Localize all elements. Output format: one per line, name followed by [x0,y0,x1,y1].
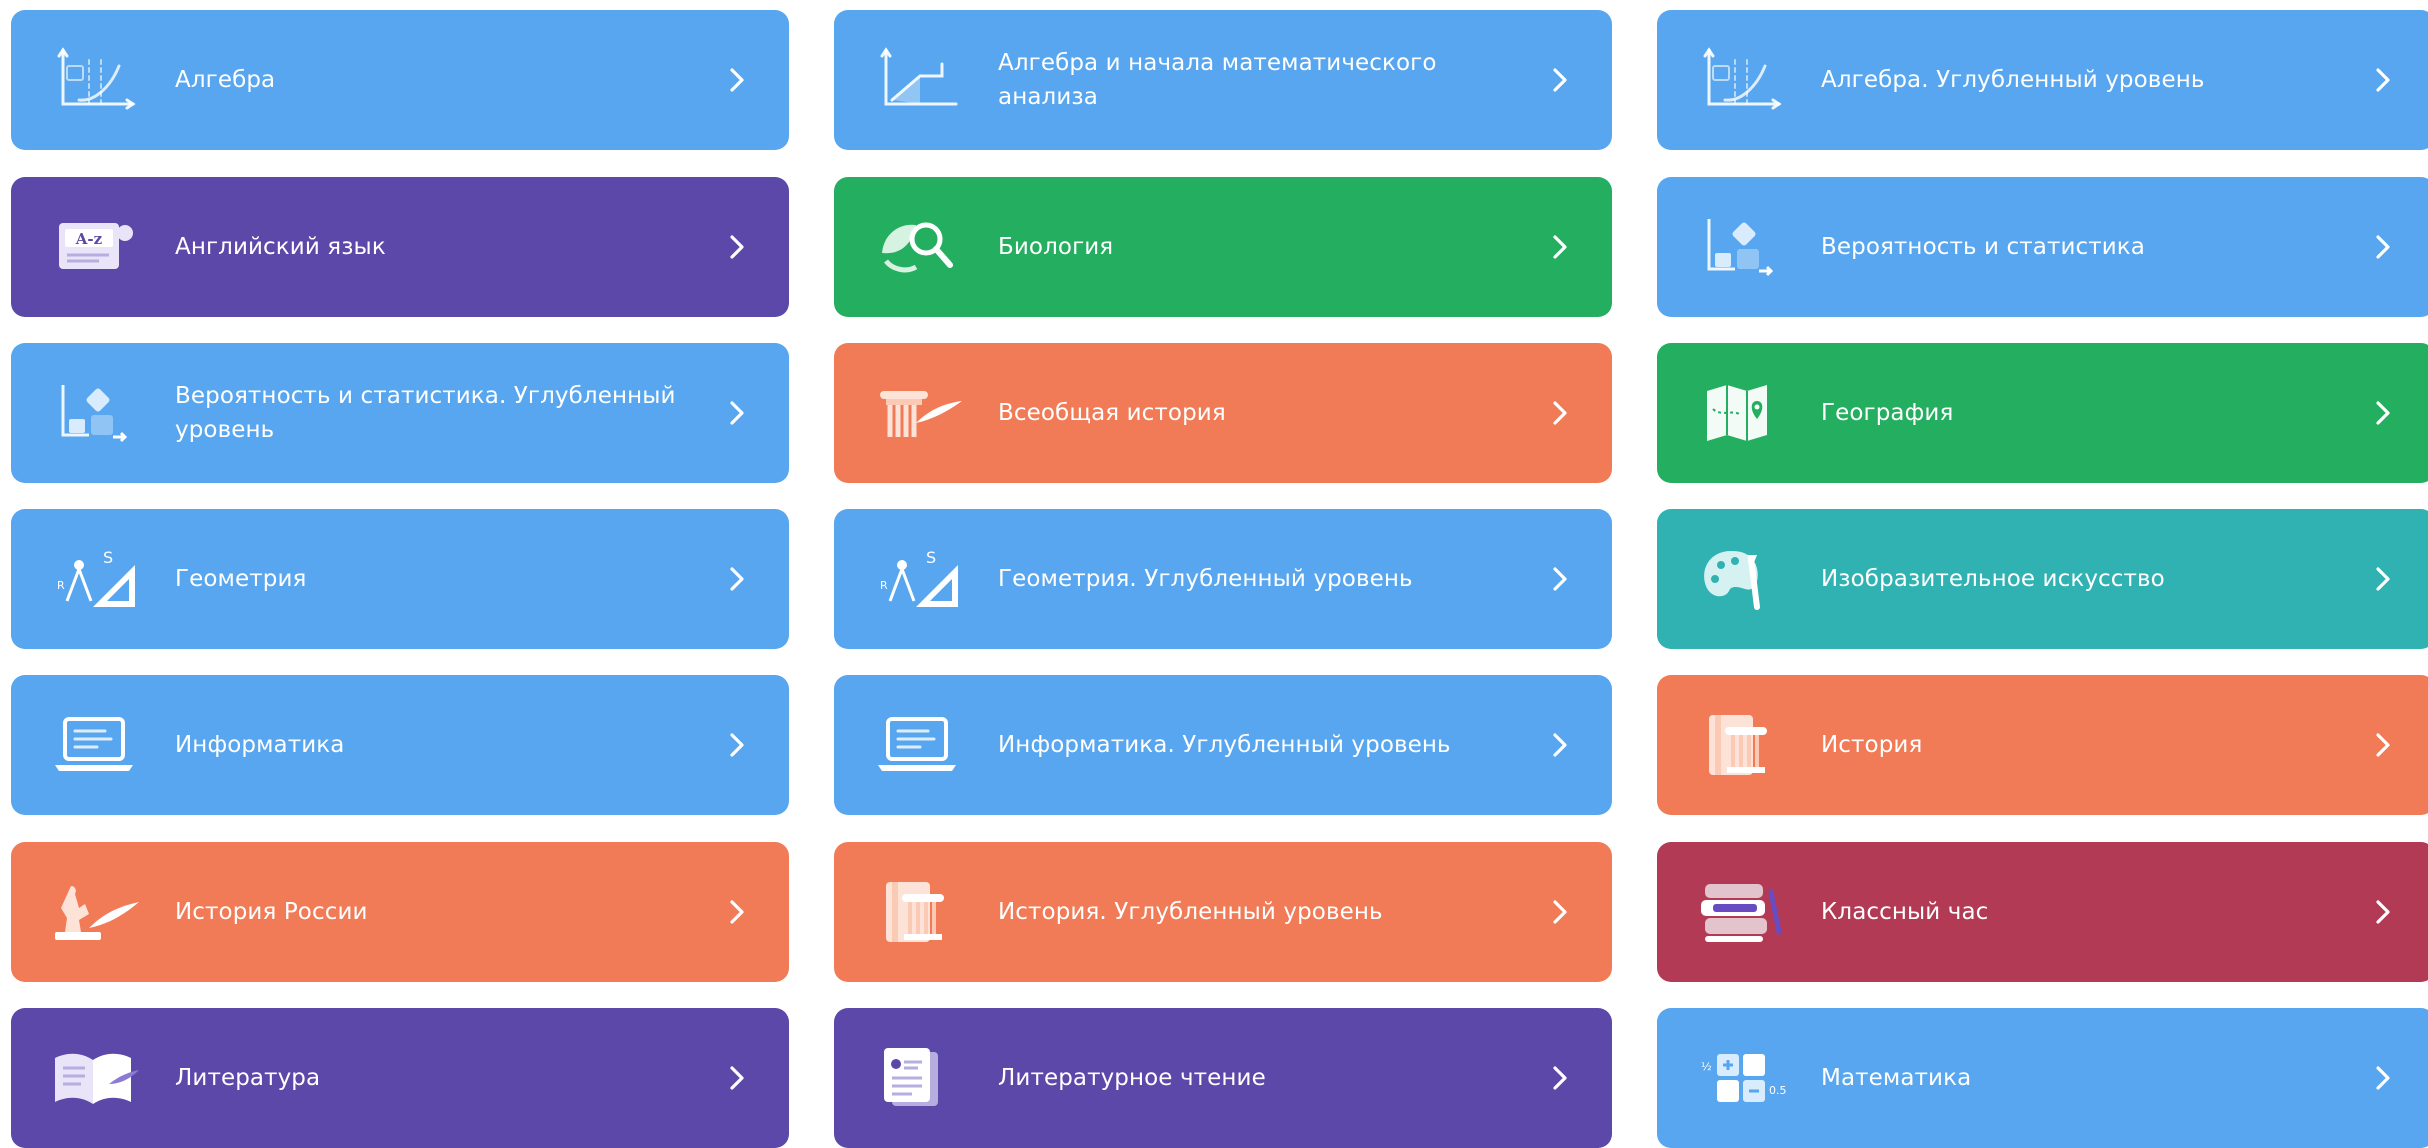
subject-label: Литература [175,1065,321,1091]
subject-card-literary-reading[interactable]: Литературное чтение [834,1008,1612,1148]
subject-label: Математика [1821,1065,1972,1091]
chevron-right-icon [1546,565,1574,593]
svg-text:R: R [57,579,65,592]
subject-card-algebra-analysis[interactable]: Алгебра и начала математического анализа [834,10,1612,150]
subject-card-geometry[interactable]: S R Геометрия [11,509,789,649]
subject-label: Алгебра [175,67,276,93]
chevron-right-icon [2369,898,2397,926]
subject-card-history[interactable]: История [1657,675,2428,815]
svg-text:S: S [926,548,936,567]
subject-card-informatics-advanced[interactable]: Информатика. Углубленный уровень [834,675,1612,815]
laptop-icon [872,711,964,779]
subject-card-world-history[interactable]: Всеобщая история [834,343,1612,483]
chevron-right-icon [723,233,751,261]
chevron-right-icon [723,66,751,94]
chevron-right-icon [1546,66,1574,94]
subject-label: История [1821,732,1923,758]
monument-quill-icon [49,878,141,946]
subject-card-literature[interactable]: Литература [11,1008,789,1148]
subject-card-class-hour[interactable]: Классный час [1657,842,2428,982]
svg-text:0.5: 0.5 [1769,1084,1787,1097]
svg-text:R: R [880,579,888,592]
subject-label: Литературное чтение [998,1065,1266,1091]
chevron-right-icon [1546,731,1574,759]
subject-label: История. Углубленный уровень [998,899,1383,925]
subject-card-russian-history[interactable]: История России [11,842,789,982]
subject-card-biology[interactable]: Биология [834,177,1612,317]
compass-ruler-icon: S R [49,545,141,613]
subject-label: Вероятность и статистика. Углубленный ур… [175,383,676,443]
algebra-graph-icon [1695,46,1787,114]
open-book-icon [49,1044,141,1112]
subject-card-probability-advanced[interactable]: Вероятность и статистика. Углубленный ур… [11,343,789,483]
subject-label: История России [175,899,368,925]
compass-ruler-icon: S R [872,545,964,613]
book-column-icon [872,878,964,946]
books-pencil-icon [1695,878,1787,946]
dice-chart-icon [49,379,141,447]
subject-card-fine-art[interactable]: Изобразительное искусство [1657,509,2428,649]
reading-book-icon [872,1044,964,1112]
subject-label: Алгебра. Углубленный уровень [1821,67,2205,93]
subject-card-algebra[interactable]: Алгебра [11,10,789,150]
book-column-icon [1695,711,1787,779]
subject-label: Геометрия [175,566,307,592]
subject-label: Всеобщая история [998,400,1226,426]
chevron-right-icon [723,898,751,926]
chevron-right-icon [2369,731,2397,759]
subject-label: Алгебра и начала математического анализа [998,50,1437,110]
svg-text:S: S [103,548,113,567]
svg-text:½: ½ [1701,1060,1712,1073]
subject-card-mathematics[interactable]: ½ 0.5 Математика [1657,1008,2428,1148]
dictionary-az-icon: A-z [49,213,141,281]
chevron-right-icon [723,565,751,593]
chevron-right-icon [723,1064,751,1092]
subject-label: Английский язык [175,234,386,260]
chevron-right-icon [1546,1064,1574,1092]
svg-text:A-z: A-z [75,230,103,248]
algebra-graph-icon [49,46,141,114]
chevron-right-icon [1546,399,1574,427]
subject-card-history-advanced[interactable]: История. Углубленный уровень [834,842,1612,982]
subject-label: Изобразительное искусство [1821,566,2165,592]
subjects-grid: Алгебра Алгебра и начала математического… [0,0,2428,1148]
map-pin-icon [1695,379,1787,447]
chevron-right-icon [2369,233,2397,261]
laptop-icon [49,711,141,779]
subject-label: Информатика. Углубленный уровень [998,732,1451,758]
chevron-right-icon [2369,1064,2397,1092]
calculator-tiles-icon: ½ 0.5 [1695,1044,1787,1112]
chevron-right-icon [2369,565,2397,593]
chevron-right-icon [1546,898,1574,926]
subject-card-english[interactable]: A-z Английский язык [11,177,789,317]
dice-chart-icon [1695,213,1787,281]
subject-card-probability[interactable]: Вероятность и статистика [1657,177,2428,317]
palette-brush-icon [1695,545,1787,613]
subject-label: Вероятность и статистика [1821,234,2145,260]
subject-label: Биология [998,234,1114,260]
subject-card-geometry-advanced[interactable]: S R Геометрия. Углубленный уровень [834,509,1612,649]
chevron-right-icon [1546,233,1574,261]
column-quill-icon [872,379,964,447]
subject-label: Информатика [175,732,345,758]
chevron-right-icon [723,399,751,427]
magnifier-leaf-icon [872,213,964,281]
calculus-graph-icon [872,46,964,114]
chevron-right-icon [2369,399,2397,427]
subject-card-informatics[interactable]: Информатика [11,675,789,815]
subject-label: Геометрия. Углубленный уровень [998,566,1413,592]
chevron-right-icon [723,731,751,759]
subject-card-geography[interactable]: География [1657,343,2428,483]
subject-label: Классный час [1821,899,1989,925]
subject-card-algebra-advanced[interactable]: Алгебра. Углубленный уровень [1657,10,2428,150]
chevron-right-icon [2369,66,2397,94]
subject-label: География [1821,400,1954,426]
